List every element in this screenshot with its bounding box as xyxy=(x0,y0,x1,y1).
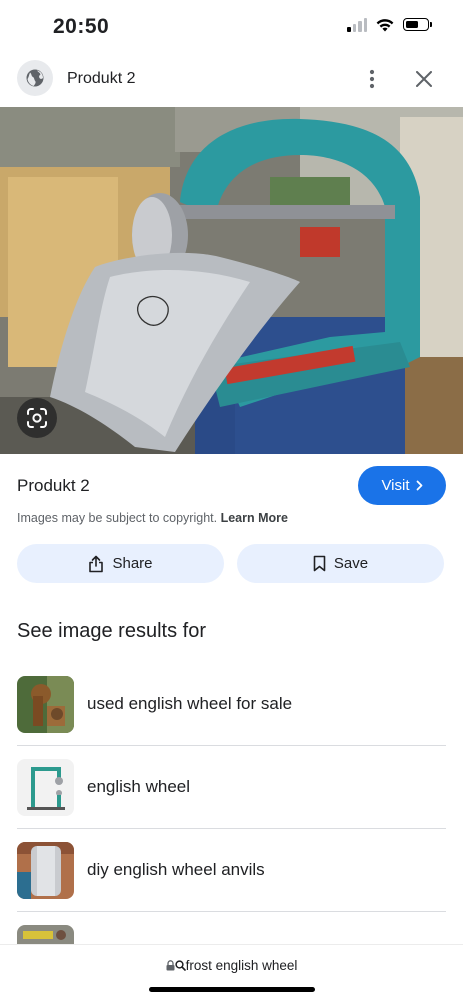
status-icons xyxy=(347,17,432,32)
globe-icon xyxy=(26,69,44,87)
close-icon xyxy=(416,71,432,87)
url-text: frost english wheel xyxy=(185,958,298,973)
url-bar[interactable]: frost english wheel xyxy=(0,958,463,973)
home-indicator xyxy=(149,987,315,992)
chevron-right-icon xyxy=(416,480,422,491)
status-time: 20:50 xyxy=(53,15,110,38)
visit-button-label: Visit xyxy=(381,477,410,494)
save-button[interactable]: Save xyxy=(237,544,444,583)
result-thumbnail xyxy=(17,759,74,816)
cellular-signal-icon xyxy=(347,17,367,32)
header-title: Produkt 2 xyxy=(67,70,136,87)
share-label: Share xyxy=(112,555,153,572)
lens-icon xyxy=(27,408,47,428)
battery-icon xyxy=(403,18,432,31)
divider xyxy=(17,911,446,912)
share-icon xyxy=(89,555,104,572)
bottom-address-bar: frost english wheel xyxy=(0,944,463,1001)
result-label: english wheel xyxy=(87,777,191,796)
result-label: used english wheel for sale xyxy=(87,694,293,713)
english-wheel-photo xyxy=(0,107,463,454)
copyright-text: Images may be subject to copyright. xyxy=(17,511,218,525)
product-image[interactable] xyxy=(0,107,463,454)
bookmark-icon xyxy=(313,555,326,572)
learn-more-link[interactable]: Learn More xyxy=(221,511,288,525)
more-vert-icon xyxy=(369,69,375,89)
divider xyxy=(17,745,446,746)
google-lens-button[interactable] xyxy=(17,398,57,438)
save-label: Save xyxy=(333,555,369,572)
lock-icon xyxy=(166,960,175,971)
header: Produkt 2 xyxy=(0,54,463,106)
result-label: diy english wheel anvils xyxy=(87,860,265,879)
result-thumbnail xyxy=(17,676,74,733)
site-favicon[interactable] xyxy=(17,60,53,96)
result-thumbnail xyxy=(17,842,74,899)
status-bar: 20:50 xyxy=(0,0,463,54)
search-icon xyxy=(174,960,186,971)
copyright-notice: Images may be subject to copyright. Lear… xyxy=(17,511,288,525)
wifi-icon xyxy=(376,19,394,32)
divider xyxy=(17,828,446,829)
close-button[interactable] xyxy=(410,64,438,94)
more-options-button[interactable] xyxy=(361,64,383,94)
related-heading: See image results for xyxy=(17,620,206,642)
share-button[interactable]: Share xyxy=(17,544,224,583)
product-title: Produkt 2 xyxy=(17,476,90,495)
visit-button[interactable]: Visit xyxy=(358,466,446,505)
